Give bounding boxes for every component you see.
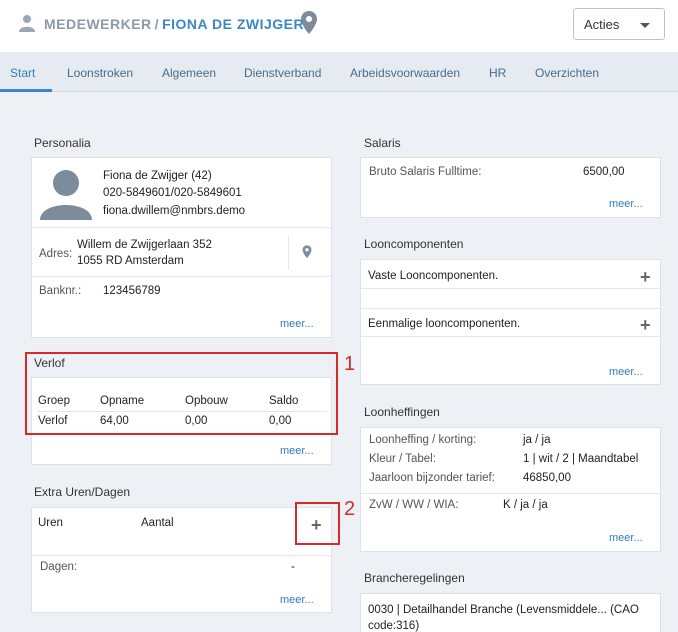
personalia-card: Fiona de Zwijger (42) 020-5849601/020-58… <box>31 157 332 338</box>
add-eenmalige-looncomponent-icon[interactable]: + <box>640 316 651 334</box>
loonheffing-label: Loonheffing / korting: <box>369 434 477 446</box>
loonheffing-value: ja / ja <box>523 434 551 446</box>
loonheffingen-title: Loonheffingen <box>364 405 440 419</box>
extra-uren-title: Extra Uren/Dagen <box>34 485 131 499</box>
extra-uren-card: Uren Aantal + Dagen: - meer... <box>31 507 332 613</box>
divider <box>32 276 331 277</box>
jaarloon-value: 46850,00 <box>523 472 571 484</box>
branche-line-1: 0030 | Detailhandel Branche (Levensmidde… <box>368 604 639 616</box>
acties-label: Acties <box>584 17 620 32</box>
callout-number-2: 2 <box>344 498 356 520</box>
employee-name: Fiona de Zwijger (42) <box>103 170 212 182</box>
kleur-tabel-value: 1 | wit / 2 | Maandtabel <box>523 453 639 465</box>
dagen-label: Dagen: <box>40 561 78 573</box>
divider <box>361 493 660 494</box>
dagen-value: - <box>291 561 295 573</box>
tab-arbeidsvoorwaarden[interactable]: Arbeidsvoorwaarden <box>350 66 460 80</box>
adres-line-2: 1055 RD Amsterdam <box>77 255 184 267</box>
zvw-label: ZvW / WW / WIA: <box>369 499 459 511</box>
tab-overzichten[interactable]: Overzichten <box>535 66 599 80</box>
jaarloon-label: Jaarloon bijzonder tarief: <box>369 472 495 484</box>
salaris-meer-link[interactable]: meer... <box>609 198 643 210</box>
branche-line-2: code:316) <box>368 620 420 632</box>
extra-col-uren: Uren <box>38 517 63 529</box>
adres-line-1: Willem de Zwijgerlaan 352 <box>77 239 212 251</box>
callout-box-1 <box>25 352 338 435</box>
extra-col-aantal: Aantal <box>141 517 174 529</box>
callout-box-2 <box>295 502 340 545</box>
divider <box>288 236 289 270</box>
breadcrumb: MEDEWERKER / FIONA DE ZWIJGER <box>44 16 304 32</box>
tab-start[interactable]: Start <box>10 66 35 80</box>
acties-dropdown[interactable]: Acties <box>573 8 665 40</box>
loonheffingen-meer-link[interactable]: meer... <box>609 532 643 544</box>
divider <box>361 336 660 337</box>
brancheregelingen-card: 0030 | Detailhandel Branche (Levensmidde… <box>360 593 661 632</box>
personalia-meer-link[interactable]: meer... <box>280 318 314 330</box>
divider <box>32 555 331 556</box>
divider <box>32 227 331 228</box>
user-icon <box>19 15 35 32</box>
personalia-title: Personalia <box>34 136 91 150</box>
tab-algemeen[interactable]: Algemeen <box>162 66 216 80</box>
salaris-label: Bruto Salaris Fulltime: <box>369 166 482 178</box>
zvw-value: K / ja / ja <box>503 499 548 511</box>
employee-email[interactable]: fiona.dwillem@nmbrs.demo <box>103 205 245 217</box>
location-pin-icon[interactable] <box>300 11 318 35</box>
location-pin-icon[interactable] <box>302 245 312 259</box>
avatar <box>40 170 92 220</box>
looncomponenten-card: Vaste Looncomponenten. + Eenmalige loonc… <box>360 259 661 385</box>
loonheffingen-card: Loonheffing / korting: ja / ja Kleur / T… <box>360 427 661 552</box>
adres-label: Adres: <box>39 248 73 260</box>
eenmalige-looncomponenten[interactable]: Eenmalige looncomponenten. <box>368 318 520 330</box>
tab-hr[interactable]: HR <box>489 66 506 80</box>
breadcrumb-root[interactable]: MEDEWERKER <box>44 16 152 32</box>
page-header: MEDEWERKER / FIONA DE ZWIJGER Acties <box>0 0 678 52</box>
tab-dienstverband[interactable]: Dienstverband <box>244 66 321 80</box>
extra-uren-meer-link[interactable]: meer... <box>280 594 314 606</box>
employee-phone: 020-5849601/020-5849601 <box>103 187 242 199</box>
verlof-meer-link[interactable]: meer... <box>280 445 314 457</box>
divider <box>361 288 660 289</box>
looncomponenten-meer-link[interactable]: meer... <box>609 366 643 378</box>
chevron-down-icon <box>640 23 650 28</box>
tab-bar: Start Loonstroken Algemeen Dienstverband… <box>0 52 678 92</box>
tab-loonstroken[interactable]: Loonstroken <box>67 66 133 80</box>
kleur-tabel-label: Kleur / Tabel: <box>369 453 436 465</box>
vaste-looncomponenten[interactable]: Vaste Looncomponenten. <box>368 270 498 282</box>
salaris-title: Salaris <box>364 136 401 150</box>
callout-number-1: 1 <box>344 353 356 375</box>
add-vaste-looncomponent-icon[interactable]: + <box>640 268 651 286</box>
brancheregelingen-title: Brancheregelingen <box>364 571 465 585</box>
bank-label: Banknr.: <box>39 285 82 297</box>
breadcrumb-separator: / <box>154 16 160 32</box>
looncomponenten-title: Looncomponenten <box>364 237 464 251</box>
breadcrumb-current: FIONA DE ZWIJGER <box>162 16 305 32</box>
bank-value: 123456789 <box>103 285 161 297</box>
divider <box>361 308 660 309</box>
salaris-card: Bruto Salaris Fulltime: 6500,00 meer... <box>360 157 661 218</box>
active-tab-indicator <box>0 89 52 92</box>
salaris-value: 6500,00 <box>583 166 625 178</box>
